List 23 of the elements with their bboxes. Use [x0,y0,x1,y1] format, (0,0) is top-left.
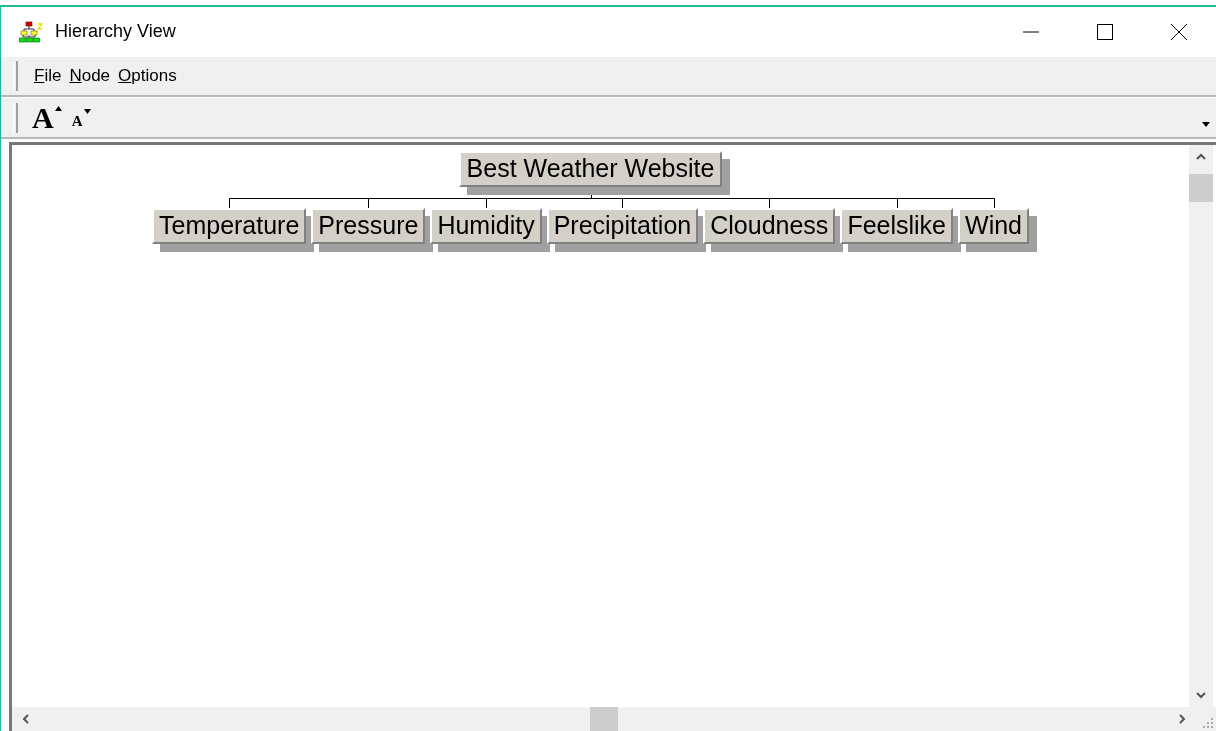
window-title: Hierarchy View [55,21,176,42]
toolbar-overflow-icon[interactable] [1202,122,1210,127]
size-grip-icon[interactable] [1202,717,1214,729]
font-larger-button[interactable]: A [30,102,64,133]
close-icon[interactable] [1170,22,1188,41]
horizontal-scrollbar[interactable] [12,707,1216,731]
scroll-left-icon[interactable] [22,714,29,724]
scroll-down-icon[interactable] [1196,692,1206,699]
maximize-icon[interactable] [1096,22,1114,41]
vertical-scrollbar[interactable] [1189,145,1213,707]
scroll-right-icon[interactable] [1179,714,1186,724]
toolbar-grip[interactable] [13,102,18,133]
triangle-down-icon [83,109,91,114]
triangle-up-icon [54,105,62,111]
scroll-up-icon[interactable] [1196,153,1206,160]
scroll-thumb[interactable] [590,707,618,731]
menu-item[interactable]: File [32,66,64,86]
menu-item[interactable]: Node [67,66,113,86]
menu-item[interactable]: Options [116,66,179,86]
menubar-grip[interactable] [13,61,18,91]
font-smaller-button[interactable]: A [69,106,93,129]
scroll-thumb[interactable] [1189,174,1213,202]
hierarchy-icon [19,20,45,43]
